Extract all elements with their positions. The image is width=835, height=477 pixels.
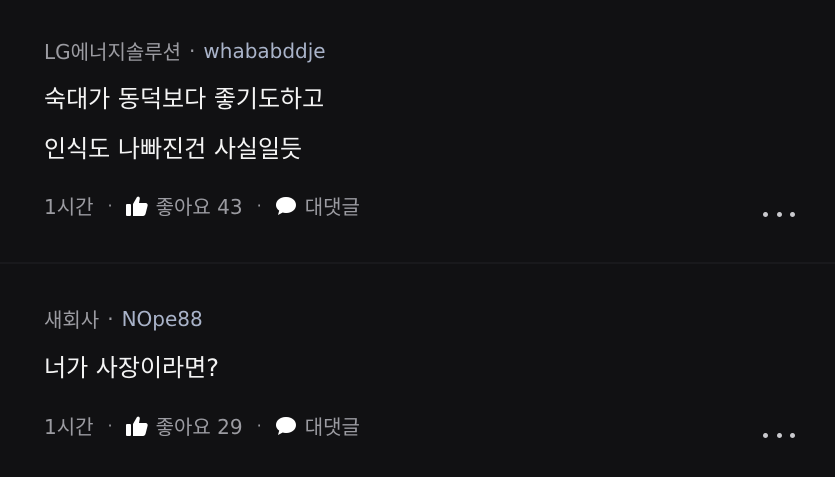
action-separator: · bbox=[256, 416, 262, 435]
action-separator: · bbox=[256, 196, 262, 215]
comment-item: 새회사 · NOpe88 너가 사장이라면? 1시간 · 좋아요 29 · 대댓… bbox=[0, 264, 835, 477]
reply-label: 대댓글 bbox=[304, 415, 360, 439]
comment-line: 너가 사장이라면? bbox=[44, 354, 219, 382]
comment-meta: 새회사 · NOpe88 bbox=[44, 304, 203, 333]
action-separator: · bbox=[107, 416, 113, 435]
like-count: 좋아요 29 bbox=[155, 415, 243, 439]
comment-body: 너가 사장이라면? bbox=[44, 343, 219, 393]
comment-time: 1시간 bbox=[44, 195, 94, 219]
author-company: LG에너지솔루션 bbox=[44, 40, 182, 64]
reply-label: 대댓글 bbox=[304, 195, 360, 219]
more-horizontal-icon bbox=[776, 432, 782, 438]
author-nickname[interactable]: whababddje bbox=[203, 39, 325, 63]
comment-meta: LG에너지솔루션 · whababddje bbox=[44, 36, 326, 65]
thumbs-up-icon bbox=[125, 196, 148, 216]
author-company: 새회사 bbox=[44, 308, 100, 332]
author-nickname[interactable]: NOpe88 bbox=[122, 307, 203, 331]
thumbs-up-icon bbox=[125, 416, 148, 436]
like-count: 좋아요 43 bbox=[155, 195, 243, 219]
meta-separator: · bbox=[189, 38, 196, 63]
more-horizontal-icon bbox=[763, 211, 768, 217]
meta-separator: · bbox=[107, 306, 114, 331]
comment-line: 숙대가 동덕보다 좋기도하고 bbox=[44, 85, 325, 113]
comment-actions: 1시간 · 좋아요 43 · 대댓글 bbox=[44, 191, 360, 220]
comment-line: 인식도 나빠진건 사실일듯 bbox=[44, 135, 303, 163]
more-horizontal-icon bbox=[776, 211, 782, 217]
comment-body: 숙대가 동덕보다 좋기도하고 인식도 나빠진건 사실일듯 bbox=[44, 74, 324, 174]
comment-time: 1시간 bbox=[44, 415, 94, 439]
more-horizontal-icon bbox=[763, 432, 768, 438]
comment-list: LG에너지솔루션 · whababddje 숙대가 동덕보다 좋기도하고 인식도… bbox=[0, 0, 835, 477]
more-horizontal-icon bbox=[790, 211, 795, 217]
like-button[interactable]: 좋아요 43 bbox=[125, 191, 243, 220]
more-options-button[interactable] bbox=[763, 209, 795, 219]
action-separator: · bbox=[107, 196, 113, 215]
reply-button[interactable]: 대댓글 bbox=[275, 191, 360, 220]
reply-button[interactable]: 대댓글 bbox=[275, 411, 360, 440]
speech-bubble-icon bbox=[275, 196, 297, 216]
comment-actions: 1시간 · 좋아요 29 · 대댓글 bbox=[44, 411, 360, 440]
speech-bubble-icon bbox=[275, 416, 297, 436]
more-options-button[interactable] bbox=[763, 430, 795, 440]
comment-item: LG에너지솔루션 · whababddje 숙대가 동덕보다 좋기도하고 인식도… bbox=[0, 0, 835, 262]
more-horizontal-icon bbox=[790, 432, 795, 438]
like-button[interactable]: 좋아요 29 bbox=[125, 411, 243, 440]
